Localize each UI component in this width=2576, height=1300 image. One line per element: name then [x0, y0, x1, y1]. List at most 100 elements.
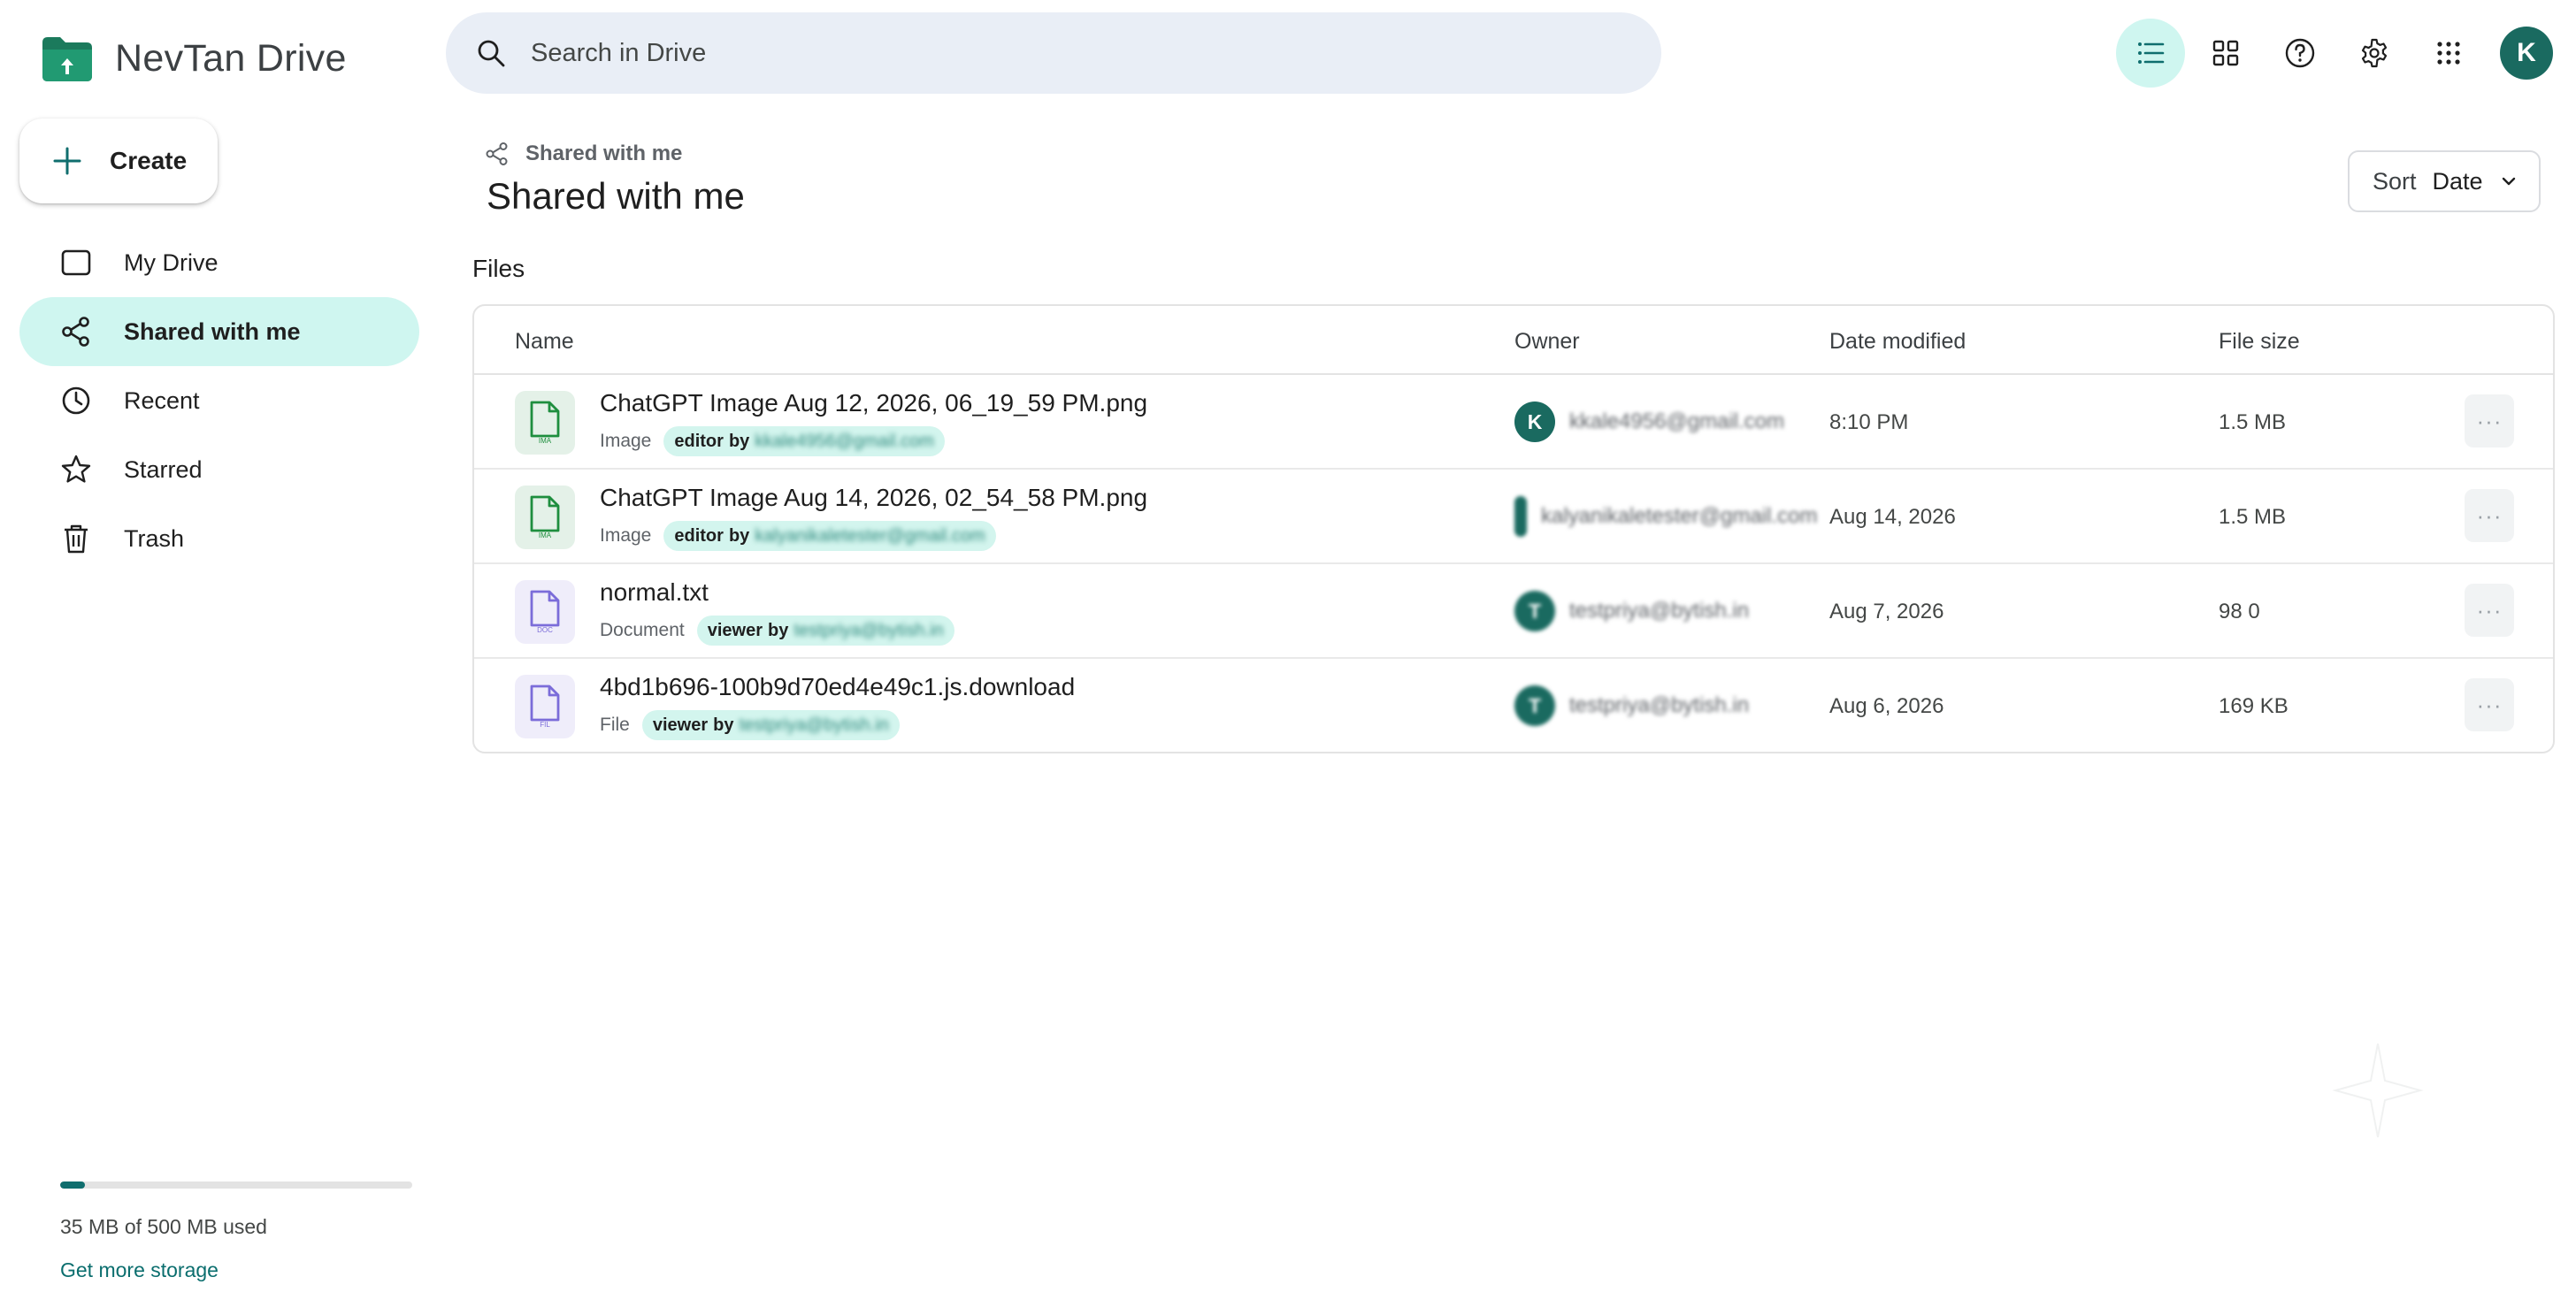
search-bar[interactable]	[446, 12, 1661, 94]
settings-button[interactable]	[2341, 19, 2408, 87]
owner-cell: T testpriya@bytish.in	[1514, 685, 1749, 726]
table-row[interactable]: DOC normal.txt Document viewer by testpr…	[474, 564, 2553, 659]
account-avatar[interactable]: K	[2500, 27, 2553, 80]
sort-label: Sort	[2373, 167, 2417, 195]
top-toolbar: K	[2109, 19, 2553, 88]
date-modified: Aug 7, 2026	[1829, 600, 1944, 623]
file-size: 98 0	[2219, 600, 2260, 623]
file-size: 1.5 MB	[2219, 505, 2287, 529]
create-label: Create	[110, 147, 188, 174]
grid-view-icon	[2212, 40, 2239, 66]
svg-text:DOC: DOC	[537, 626, 553, 634]
date-modified: Aug 6, 2026	[1829, 694, 1944, 718]
storage-usage-text: 35 MB of 500 MB used	[60, 1215, 267, 1238]
permission-badge: viewer by testpriya@bytish.in	[641, 710, 900, 740]
sidebar-item-label: Starred	[124, 455, 203, 483]
file-icon-glyph: IMA	[530, 495, 560, 539]
storage-progress-fill	[60, 1181, 85, 1189]
table-row[interactable]: IMA ChatGPT Image Aug 14, 2026, 02_54_58…	[474, 470, 2553, 564]
share-icon	[486, 142, 508, 165]
file-name[interactable]: 4bd1b696-100b9d70ed4e49c1.js.download	[600, 673, 1075, 701]
storage-panel: 35 MB of 500 MB used Get more storage	[60, 1181, 412, 1282]
gear-icon	[2361, 38, 2388, 68]
drive-logo-icon	[42, 37, 92, 81]
app-name: NevTan Drive	[115, 36, 347, 80]
page-title: Shared with me	[487, 175, 745, 217]
sidebar-item-trash[interactable]: Trash	[19, 504, 419, 573]
sidebar-item-label: Trash	[124, 524, 185, 552]
permission-badge: editor by kkale4956@gmail.com	[663, 426, 945, 456]
column-header-date[interactable]: Date modified	[1829, 329, 1966, 355]
file-meta: File viewer by testpriya@bytish.in	[600, 710, 900, 740]
owner-email: testpriya@bytish.in	[1569, 599, 1750, 623]
column-header-owner[interactable]: Owner	[1514, 329, 1580, 355]
shared-by-email: kalyanikaletester@gmail.com	[755, 525, 985, 546]
file-name[interactable]: ChatGPT Image Aug 12, 2026, 06_19_59 PM.…	[600, 389, 1147, 417]
more-actions-button[interactable]: ···	[2465, 394, 2514, 447]
sort-value: Date	[2432, 167, 2483, 195]
sidebar-item-label: My Drive	[124, 249, 218, 276]
document-file-icon: DOC	[515, 580, 575, 644]
more-actions-button[interactable]: ···	[2465, 489, 2514, 542]
table-row[interactable]: IMA ChatGPT Image Aug 12, 2026, 06_19_59…	[474, 375, 2553, 470]
permission-by: by	[713, 715, 734, 735]
star-icon	[61, 455, 91, 483]
owner-avatar: T	[1514, 685, 1555, 726]
date-modified: Aug 14, 2026	[1829, 505, 1956, 529]
sidebar-item-label: Shared with me	[124, 317, 301, 345]
sidebar-item-recent[interactable]: Recent	[19, 366, 419, 435]
breadcrumb: Shared with me	[485, 141, 682, 166]
permission-role: viewer	[652, 715, 709, 735]
sidebar-item-starred[interactable]: Starred	[19, 435, 419, 504]
shared-by-email: kkale4956@gmail.com	[755, 431, 934, 451]
permission-by: by	[728, 525, 750, 546]
files-section-label: Files	[472, 255, 525, 282]
owner-avatar: T	[1514, 591, 1555, 631]
file-size: 169 KB	[2219, 694, 2288, 718]
sort-dropdown[interactable]: Sort Date	[2348, 150, 2541, 212]
file-meta: Image editor by kalyanikaletester@gmail.…	[600, 521, 996, 551]
owner-avatar	[1514, 496, 1527, 537]
create-button[interactable]: Create	[19, 119, 218, 203]
file-type: Image	[600, 431, 652, 451]
owner-email: kalyanikaletester@gmail.com	[1541, 504, 1818, 528]
file-type: Image	[600, 525, 652, 546]
column-header-name[interactable]: Name	[515, 329, 574, 355]
help-button[interactable]	[2266, 19, 2334, 87]
search-icon	[478, 40, 505, 67]
more-actions-button[interactable]: ···	[2465, 584, 2514, 637]
date-modified: 8:10 PM	[1829, 410, 1909, 434]
apps-button[interactable]	[2415, 19, 2482, 87]
column-header-size[interactable]: File size	[2219, 329, 2300, 355]
sidebar-item-my-drive[interactable]: My Drive	[19, 228, 419, 297]
file-type: File	[600, 715, 630, 735]
file-icon-glyph: FIL	[530, 684, 560, 729]
get-more-storage-link[interactable]: Get more storage	[60, 1258, 412, 1282]
file-size: 1.5 MB	[2219, 410, 2287, 434]
table-row[interactable]: FIL 4bd1b696-100b9d70ed4e49c1.js.downloa…	[474, 659, 2553, 752]
permission-role: editor	[674, 525, 724, 546]
file-meta: Document viewer by testpriya@bytish.in	[600, 616, 954, 646]
file-name[interactable]: normal.txt	[600, 578, 709, 607]
svg-text:FIL: FIL	[540, 721, 550, 729]
table-header: Name Owner Date modified File size	[474, 306, 2553, 375]
list-view-icon	[2138, 42, 2165, 64]
grid-view-button[interactable]	[2192, 19, 2259, 87]
permission-badge: editor by kalyanikaletester@gmail.com	[663, 521, 996, 551]
file-type: Document	[600, 620, 685, 640]
more-actions-button[interactable]: ···	[2465, 678, 2514, 731]
share-icon	[62, 317, 89, 347]
owner-cell: T testpriya@bytish.in	[1514, 591, 1749, 631]
permission-role: editor	[674, 431, 724, 451]
sidebar-item-shared-with-me[interactable]: Shared with me	[19, 297, 419, 366]
permission-by: by	[767, 620, 789, 640]
list-view-button[interactable]	[2116, 19, 2185, 88]
search-input[interactable]	[531, 38, 1504, 68]
generic-file-icon: FIL	[515, 675, 575, 738]
file-name[interactable]: ChatGPT Image Aug 14, 2026, 02_54_58 PM.…	[600, 484, 1147, 512]
brand[interactable]: NevTan Drive	[41, 34, 347, 83]
sidebar-item-label: Recent	[124, 386, 200, 414]
files-table: Name Owner Date modified File size IMA C…	[472, 304, 2555, 753]
permission-badge: viewer by testpriya@bytish.in	[696, 616, 954, 646]
breadcrumb-text[interactable]: Shared with me	[525, 141, 682, 166]
